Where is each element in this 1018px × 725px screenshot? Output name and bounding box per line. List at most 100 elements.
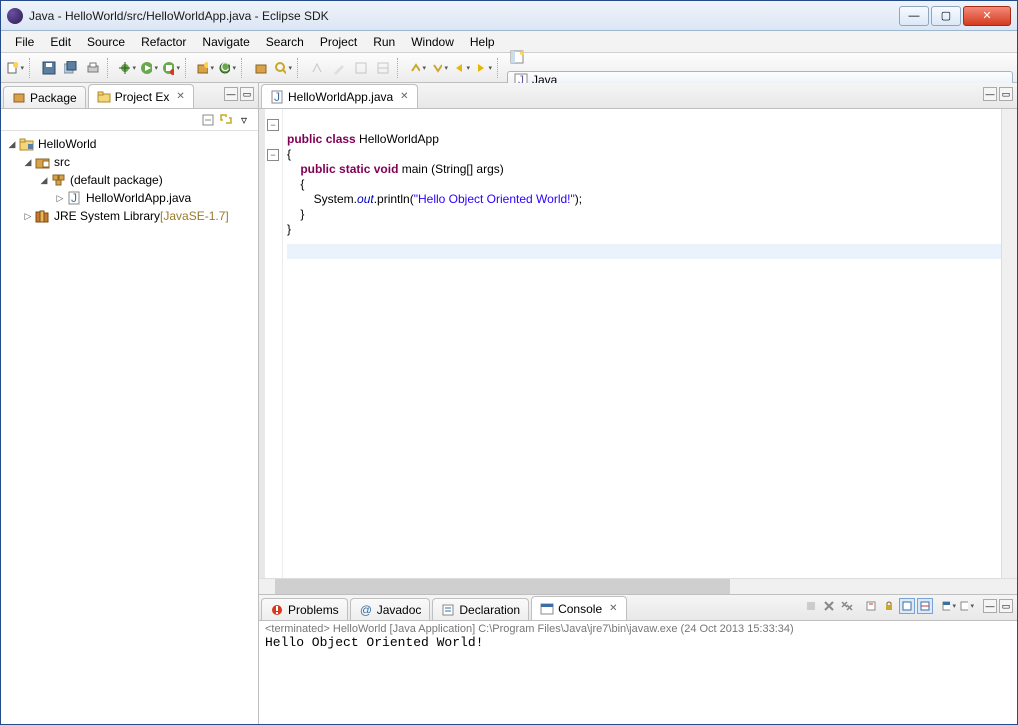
editor-tab-label: HelloWorldApp.java [288, 90, 393, 104]
new-package-button[interactable] [195, 58, 215, 78]
nav-prev-level-button[interactable] [407, 58, 427, 78]
project-icon [19, 137, 35, 151]
terminate-button[interactable] [803, 598, 819, 614]
tab-console[interactable]: Console ✕ [531, 596, 626, 620]
editor-tabs: J HelloWorldApp.java ✕ — ▭ [259, 83, 1017, 109]
open-perspective-button[interactable] [507, 47, 527, 67]
menu-run[interactable]: Run [365, 33, 403, 51]
maximize-view-button[interactable]: ▭ [999, 599, 1013, 613]
nav-back-button[interactable] [451, 58, 471, 78]
fold-marker[interactable]: − [267, 119, 279, 131]
box2-button[interactable] [373, 58, 393, 78]
remove-all-button[interactable] [839, 598, 855, 614]
bottom-tabs: Problems @ Javadoc Declaration Console ✕ [259, 595, 1017, 621]
menu-window[interactable]: Window [403, 33, 462, 51]
menu-source[interactable]: Source [79, 33, 133, 51]
debug-button[interactable] [117, 58, 137, 78]
java-file-icon: J [270, 90, 284, 104]
maximize-view-button[interactable]: ▭ [999, 87, 1013, 101]
new-button[interactable] [5, 58, 25, 78]
menu-search[interactable]: Search [258, 33, 312, 51]
remove-launch-button[interactable] [821, 598, 837, 614]
titlebar: Java - HelloWorld/src/HelloWorldApp.java… [1, 1, 1017, 31]
close-tab-icon[interactable]: ✕ [176, 91, 184, 102]
tree-file[interactable]: ▷ J HelloWorldApp.java [3, 189, 256, 207]
view-menu-button[interactable]: ▿ [236, 112, 252, 128]
code-editor[interactable]: public class HelloWorldApp { public stat… [283, 109, 1001, 578]
toggle-mark-button[interactable] [307, 58, 327, 78]
tab-label: Package [30, 91, 77, 105]
close-button[interactable]: ✕ [963, 6, 1011, 26]
close-tab-icon[interactable]: ✕ [400, 91, 408, 102]
print-button[interactable] [83, 58, 103, 78]
save-all-button[interactable] [61, 58, 81, 78]
tab-problems[interactable]: Problems [261, 598, 348, 620]
box1-button[interactable] [351, 58, 371, 78]
bottom-panel: Problems @ Javadoc Declaration Console ✕ [259, 594, 1017, 724]
left-tabs: Package Project Ex ✕ — ▭ [1, 83, 258, 109]
minimize-view-button[interactable]: — [224, 87, 238, 101]
vertical-scrollbar[interactable] [1001, 109, 1017, 578]
maximize-button[interactable]: ▢ [931, 6, 961, 26]
minimize-view-button[interactable]: — [983, 87, 997, 101]
minimize-view-button[interactable]: — [983, 599, 997, 613]
right-panel: J HelloWorldApp.java ✕ — ▭ − − [259, 83, 1017, 724]
window-title: Java - HelloWorld/src/HelloWorldApp.java… [29, 9, 899, 23]
tree-src[interactable]: ◢ src [3, 153, 256, 171]
tab-project-explorer[interactable]: Project Ex ✕ [88, 84, 194, 108]
twistie-icon[interactable]: ▷ [21, 211, 35, 222]
tree-project[interactable]: ◢ HelloWorld [3, 135, 256, 153]
save-button[interactable] [39, 58, 59, 78]
search-button[interactable] [273, 58, 293, 78]
maximize-view-button[interactable]: ▭ [240, 87, 254, 101]
menu-help[interactable]: Help [462, 33, 503, 51]
tree-jre[interactable]: ▷ JRE System Library [JavaSE-1.7] [3, 207, 256, 225]
twistie-icon[interactable]: ◢ [21, 157, 35, 168]
tab-label: Project Ex [115, 90, 170, 104]
svg-text:J: J [71, 191, 77, 205]
show-console-button[interactable] [917, 598, 933, 614]
app-window: Java - HelloWorld/src/HelloWorldApp.java… [0, 0, 1018, 725]
project-tree[interactable]: ◢ HelloWorld ◢ src ◢ (default package) ▷… [1, 131, 258, 724]
horizontal-scrollbar[interactable] [259, 578, 1017, 594]
menu-edit[interactable]: Edit [42, 33, 79, 51]
close-tab-icon[interactable]: ✕ [609, 603, 617, 614]
menu-navigate[interactable]: Navigate [194, 33, 257, 51]
tab-javadoc[interactable]: @ Javadoc [350, 598, 431, 620]
nav-next-level-button[interactable] [429, 58, 449, 78]
left-mini-toolbar: ▿ [1, 109, 258, 131]
nav-forward-button[interactable] [473, 58, 493, 78]
clear-console-button[interactable] [863, 598, 879, 614]
svg-text:@: @ [360, 603, 372, 617]
tab-declaration[interactable]: Declaration [432, 598, 529, 620]
menu-project[interactable]: Project [312, 33, 365, 51]
open-type-button[interactable] [251, 58, 271, 78]
tab-package-explorer[interactable]: Package [3, 86, 86, 108]
display-selected-console-button[interactable] [941, 598, 957, 614]
fold-marker[interactable]: − [267, 149, 279, 161]
open-console-button[interactable] [959, 598, 975, 614]
twistie-icon[interactable]: ▷ [53, 193, 67, 204]
twistie-icon[interactable]: ◢ [5, 139, 19, 150]
menu-refactor[interactable]: Refactor [133, 33, 194, 51]
pin-console-button[interactable] [899, 598, 915, 614]
package-explorer-icon [12, 91, 26, 105]
twistie-icon[interactable]: ◢ [37, 175, 51, 186]
pencil-button[interactable] [329, 58, 349, 78]
link-editor-button[interactable] [218, 112, 234, 128]
tree-package[interactable]: ◢ (default package) [3, 171, 256, 189]
run-button[interactable] [139, 58, 159, 78]
main-area: Package Project Ex ✕ — ▭ ▿ ◢ [1, 83, 1017, 724]
left-panel: Package Project Ex ✕ — ▭ ▿ ◢ [1, 83, 259, 724]
declaration-icon [441, 603, 455, 617]
editor-gutter[interactable]: − − [259, 109, 283, 578]
editor-tab[interactable]: J HelloWorldApp.java ✕ [261, 84, 418, 108]
javadoc-icon: @ [359, 603, 373, 617]
run-last-button[interactable] [161, 58, 181, 78]
scroll-lock-button[interactable] [881, 598, 897, 614]
menu-file[interactable]: File [7, 33, 42, 51]
collapse-all-button[interactable] [200, 112, 216, 128]
minimize-button[interactable]: — [899, 6, 929, 26]
console-body[interactable]: <terminated> HelloWorld [Java Applicatio… [259, 621, 1017, 724]
new-class-button[interactable]: C [217, 58, 237, 78]
